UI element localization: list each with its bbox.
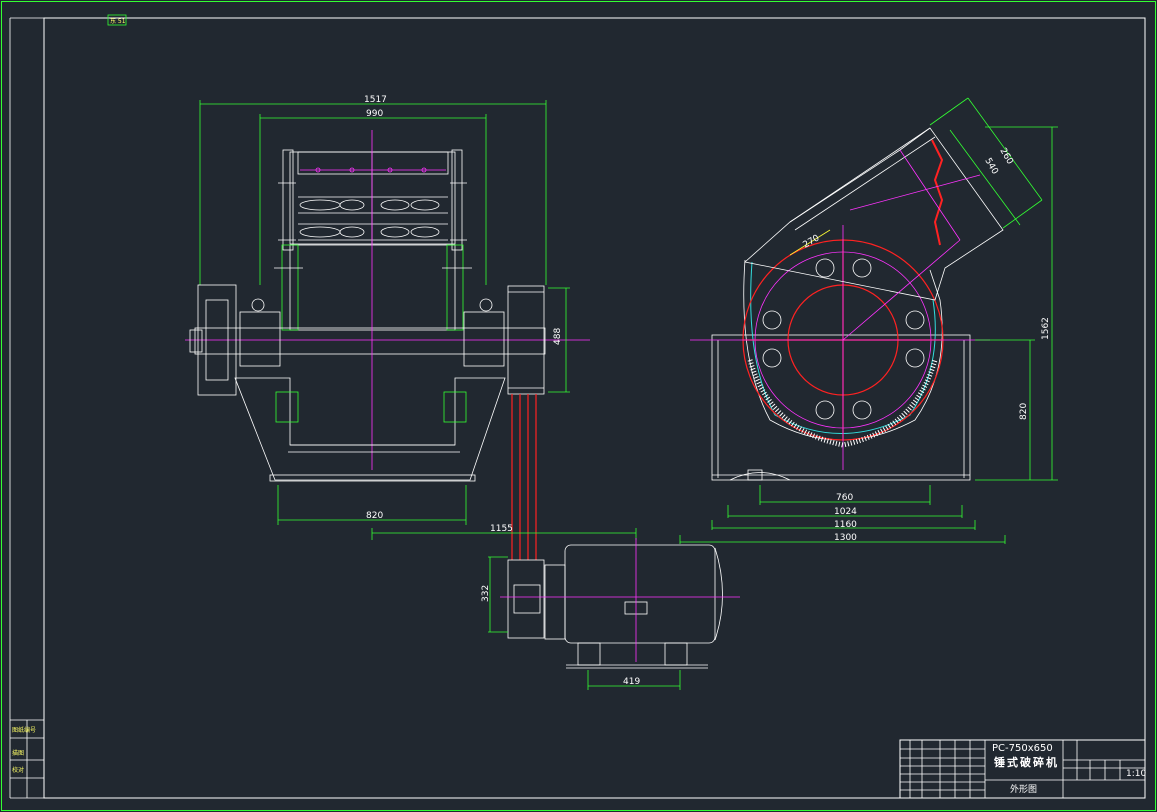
side-view: 260 540 270 1562 820 760 1024 1160 1300 bbox=[679, 97, 1058, 544]
dim-1160: 1160 bbox=[834, 520, 857, 530]
dim-260: 260 bbox=[997, 147, 1014, 167]
dim-1300: 1300 bbox=[834, 533, 857, 543]
title-sheet-label: 外形图 bbox=[1010, 783, 1037, 795]
motor-view: 332 419 bbox=[481, 538, 740, 690]
dim-1155: 1155 bbox=[490, 524, 513, 534]
dim-1024: 1024 bbox=[834, 507, 857, 517]
dim-540: 540 bbox=[982, 157, 999, 177]
front-dimensions-top: 1517 990 bbox=[199, 95, 547, 285]
title-scale: 1:10 bbox=[1126, 769, 1146, 779]
corner-mark-text: 东 51 bbox=[110, 17, 126, 25]
dim-990: 990 bbox=[366, 109, 383, 119]
corner-mark: 东 51 bbox=[107, 14, 127, 26]
left-stamps: 图纸编号 描图 校对 bbox=[12, 726, 36, 774]
dim-270: 270 bbox=[802, 233, 822, 250]
hammer-crusher-drawing: 东 51 图纸编号 描图 校对 1517 990 488 820 1155 33… bbox=[1, 1, 1156, 811]
v-belts bbox=[511, 394, 537, 560]
sheet-frame bbox=[1, 1, 1156, 811]
dim-760: 760 bbox=[836, 493, 853, 503]
dim-332: 332 bbox=[481, 585, 491, 602]
title-block: PC-750x650 锤式破碎机 外形图 1:10 bbox=[899, 739, 1146, 799]
dim-488: 488 bbox=[553, 328, 563, 345]
dim-1517: 1517 bbox=[364, 95, 387, 105]
stamp-tracing: 描图 bbox=[12, 749, 24, 757]
stamp-drawing-no: 图纸编号 bbox=[12, 726, 36, 734]
title-model: PC-750x650 bbox=[992, 743, 1053, 754]
dim-1562: 1562 bbox=[1041, 317, 1051, 340]
front-view: 1517 990 488 820 1155 bbox=[185, 95, 637, 560]
dim-820-front: 820 bbox=[366, 511, 383, 521]
stamp-check: 校对 bbox=[12, 766, 24, 774]
title-name: 锤式破碎机 bbox=[994, 755, 1059, 769]
dim-419: 419 bbox=[623, 677, 640, 687]
dim-820-side: 820 bbox=[1019, 403, 1029, 420]
